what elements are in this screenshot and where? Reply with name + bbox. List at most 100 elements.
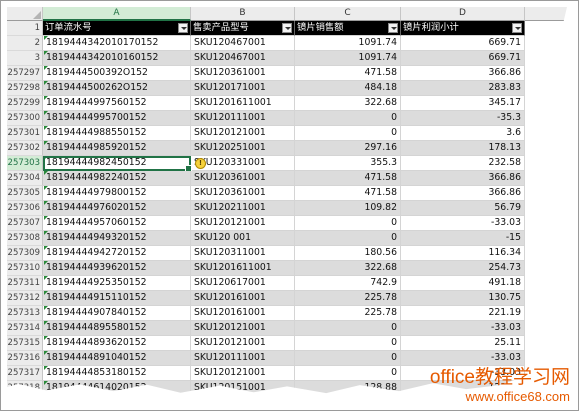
row-number[interactable]: 257313 [7,306,43,321]
cell-lens-profit[interactable]: 366.86 [401,66,525,81]
row-number[interactable]: 257309 [7,246,43,261]
cell-lens-sales[interactable]: 471.58 [295,171,401,186]
cell-lens-profit[interactable]: -15 [401,231,525,246]
cell-order-number[interactable]: 1819444342010170152 [43,36,191,51]
cell-lens-sales[interactable]: 355.3 [295,156,401,171]
cell-lens-profit[interactable]: 221.19 [401,306,525,321]
cell-product-model[interactable]: SKU1201611001 [191,96,295,111]
cell-lens-profit[interactable]: 345.17 [401,96,525,111]
row-number[interactable]: 257317 [7,366,43,381]
row-number[interactable]: 257304 [7,171,43,186]
header-cell-product-model[interactable]: 售卖产品型号 [191,21,295,36]
cell-lens-sales[interactable]: 355.3 [295,396,401,403]
cell-product-model[interactable]: SKU120467001 [191,36,295,51]
row-number[interactable]: 257318 [7,381,43,394]
cell-lens-sales[interactable]: 297.16 [295,141,401,156]
cell-product-model[interactable]: SKU120251001 [191,141,295,156]
row-number[interactable]: 257302 [7,141,43,156]
cell-lens-profit[interactable]: -33.03 [401,216,525,231]
row-number[interactable]: 257306 [7,201,43,216]
cell-product-model[interactable]: SKU120331001 [191,156,295,171]
cell-order-number[interactable]: 18194444976020152 [43,201,191,216]
cell-lens-sales[interactable]: 1091.74 [295,36,401,51]
row-number[interactable]: 257314 [7,321,43,336]
header-cell-lens-sales[interactable]: 镜片销售额 [295,21,401,36]
cell-product-model[interactable]: SKU1201611001 [191,261,295,276]
cell-product-model[interactable]: SKU120467001 [191,51,295,66]
cell-order-number[interactable]: 18194444853180152 [43,366,191,381]
row-number[interactable]: 2 [7,36,43,51]
cell-order-number[interactable]: 18194444995700152 [43,111,191,126]
cell-product-model[interactable]: SKU120121001 [191,216,295,231]
cell-lens-sales[interactable]: 1091.74 [295,51,401,66]
cell-order-number[interactable]: 18194444985920152 [43,141,191,156]
cell-product-model[interactable]: SKU120361001 [191,186,295,201]
cell-order-number[interactable]: 1819444500262O152 [43,81,191,96]
cell-lens-sales[interactable]: 128.88 [295,381,401,394]
cell-lens-sales[interactable]: 0 [295,366,401,381]
cell-order-number[interactable]: 18194444614020152 [43,381,191,394]
cell-order-number[interactable]: 18194444939620152 [43,261,191,276]
cell-lens-sales[interactable]: 0 [295,216,401,231]
cell-product-model[interactable]: SKU120211001 [191,201,295,216]
cell-lens-sales[interactable]: 225.78 [295,291,401,306]
cell-lens-profit[interactable]: -33.03 [401,321,525,336]
row-number[interactable]: 257298 [7,81,43,96]
row-number[interactable]: 257312 [7,291,43,306]
cell-lens-sales[interactable]: 322.68 [295,96,401,111]
cell-lens-profit[interactable]: 669.71 [401,51,525,66]
cell-order-number[interactable]: 1819444342010160152 [43,51,191,66]
cell-product-model[interactable]: SKU120121001 [191,336,295,351]
cell-lens-profit[interactable]: 3.6 [401,126,525,141]
cell-product-model[interactable]: SKU120161001 [191,291,295,306]
cell-order-number[interactable]: 18194444979800152 [43,186,191,201]
column-header-b[interactable]: B [191,7,295,21]
cell-lens-profit[interactable]: 178.13 [401,141,525,156]
row-number[interactable]: 257301 [7,126,43,141]
cell-product-model[interactable]: SKU120121001 [191,321,295,336]
cell-lens-profit[interactable]: 669.71 [401,36,525,51]
cell-order-number[interactable]: 18194444925350152 [43,276,191,291]
cell-product-model[interactable]: SKU120171001 [191,81,295,96]
cell-lens-sales[interactable]: 0 [295,336,401,351]
column-header-a[interactable]: A [43,7,191,21]
row-number[interactable]: 257305 [7,186,43,201]
error-warning-icon[interactable]: ! [195,158,206,169]
cell-order-number[interactable]: 18194444907840152 [43,306,191,321]
cell-order-number[interactable]: 18194444988550152 [43,126,191,141]
filter-dropdown-icon[interactable] [178,23,188,33]
row-number[interactable]: 257316 [7,351,43,366]
cell-product-model[interactable]: SKU120361001 [191,171,295,186]
header-cell-order-number[interactable]: 订单流水号 [43,21,191,36]
cell-order-number[interactable]: 18194444957060152 [43,216,191,231]
cell-lens-profit[interactable]: -35.3 [401,111,525,126]
cell-lens-profit[interactable]: 130.75 [401,291,525,306]
cell-order-number[interactable]: 18194444915110152 [43,291,191,306]
cell-product-model[interactable]: SKU120617001 [191,276,295,291]
cell-product-model[interactable]: SKU120111001 [191,111,295,126]
cell-product-model[interactable]: SKU120361001 [191,66,295,81]
cell-lens-sales[interactable]: 742.9 [295,276,401,291]
cell-product-model[interactable]: SKU120351001 [191,396,295,403]
cell-lens-profit[interactable]: 56.79 [401,201,525,216]
cell-order-number[interactable]: 18194444893620152 [43,336,191,351]
cell-lens-sales[interactable]: 471.58 [295,186,401,201]
column-header-c[interactable]: C [295,7,401,21]
select-all-button[interactable] [7,7,43,21]
cell-order-number[interactable]: 18194444982240152 [43,171,191,186]
cell-lens-profit[interactable]: 116.34 [401,246,525,261]
column-header-e[interactable] [525,7,567,21]
spreadsheet-grid[interactable]: A B C D 1 订单流水号 售卖产品型号 镜片销售额 镜片利润小计 2 18… [7,7,567,403]
cell-lens-profit[interactable]: 254.73 [401,261,525,276]
cell-product-model[interactable]: SKU120151001 [191,381,295,394]
row-number[interactable]: 257307 [7,216,43,231]
cell-order-number[interactable]: 18194444949320152 [43,231,191,246]
row-number[interactable]: 1 [7,21,43,36]
cell-lens-sales[interactable]: 0 [295,351,401,366]
cell-lens-profit[interactable]: 283.83 [401,81,525,96]
cell-product-model[interactable]: SKU120311001 [191,246,295,261]
row-number[interactable]: 257311 [7,276,43,291]
filter-dropdown-icon[interactable] [388,23,398,33]
cell-order-number[interactable]: 18194444997560152 [43,96,191,111]
row-number[interactable]: 257315 [7,336,43,351]
